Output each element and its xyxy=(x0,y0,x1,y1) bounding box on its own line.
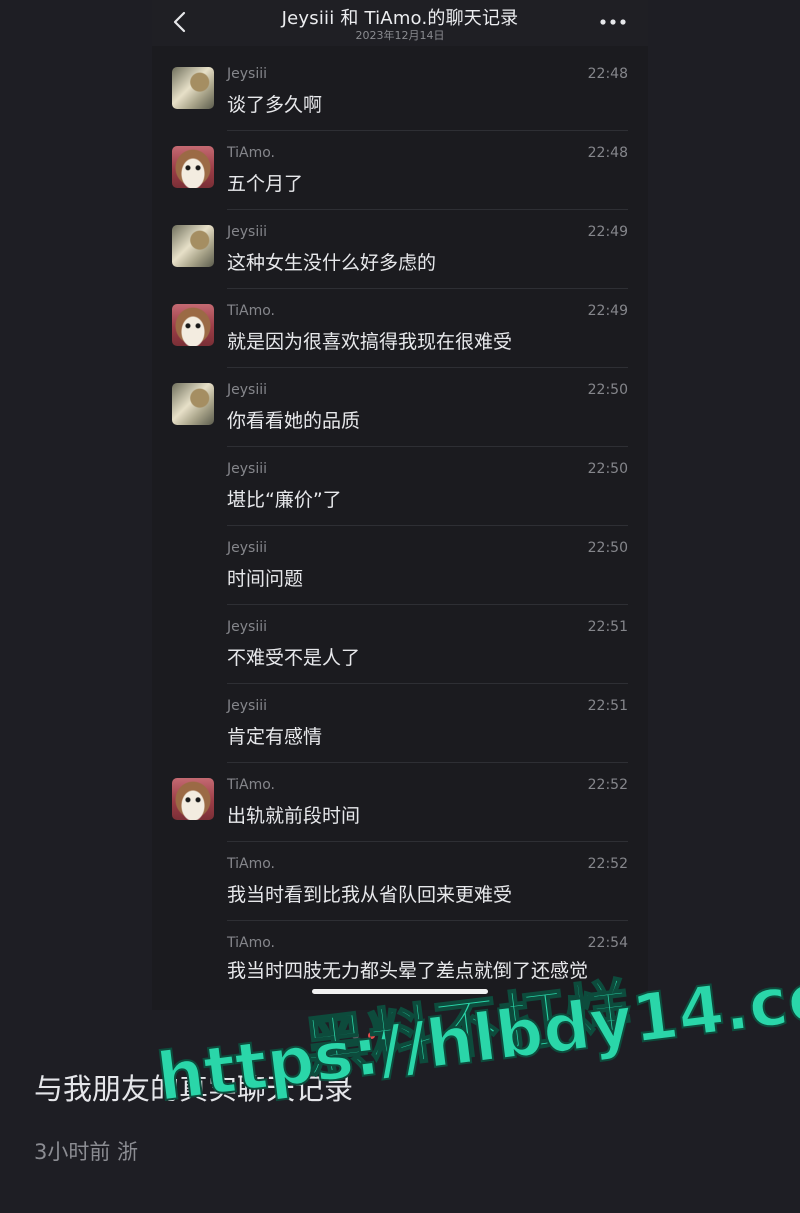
message-item[interactable]: Jeysiii 22:50 你看看她的品质 xyxy=(152,368,648,447)
message-item[interactable]: Jeysiii 22:51 不难受不是人了 xyxy=(152,605,648,684)
message-text: 出轨就前段时间 xyxy=(227,805,361,827)
message-item[interactable]: TiAmo. 22:48 五个月了 xyxy=(152,131,648,210)
message-item[interactable]: TiAmo. 22:49 就是因为很喜欢搞得我现在很难受 xyxy=(152,289,648,368)
sender-name: TiAmo. xyxy=(227,935,275,951)
message-time: 22:48 xyxy=(587,145,628,161)
chat-date: 2023年12月14日 xyxy=(355,29,445,42)
message-item[interactable]: TiAmo. 22:52 我当时看到比我从省队回来更难受 xyxy=(152,842,648,921)
more-dots-icon[interactable] xyxy=(600,19,626,25)
message-text: 不难受不是人了 xyxy=(227,647,361,669)
message-item[interactable]: Jeysiii 22:50 堪比“廉价”了 xyxy=(152,447,648,526)
message-text: 这种女生没什么好多虑的 xyxy=(227,252,437,274)
sender-name: Jeysiii xyxy=(227,224,267,240)
message-text: 你看看她的品质 xyxy=(227,410,361,432)
message-list: Jeysiii 22:48 谈了多久啊 TiAmo. 22:48 五个月了 Jeysiii 2… xyxy=(152,52,648,1000)
message-time: 22:50 xyxy=(587,461,628,477)
message-text: 肯定有感情 xyxy=(227,726,323,748)
message-item[interactable]: Jeysiii 22:48 谈了多久啊 xyxy=(152,52,648,131)
sender-name: Jeysiii xyxy=(227,698,267,714)
chat-header: Jeysiii 和 TiAmo.的聊天记录 2023年12月14日 xyxy=(152,0,648,46)
post-meta: 3小时前 浙 xyxy=(34,1140,139,1164)
sender-name: Jeysiii xyxy=(227,619,267,635)
sender-name: Jeysiii xyxy=(227,540,267,556)
avatar[interactable] xyxy=(172,383,214,425)
message-text: 谈了多久啊 xyxy=(227,94,323,116)
avatar[interactable] xyxy=(172,67,214,109)
message-time: 22:54 xyxy=(587,935,628,951)
message-item[interactable]: TiAmo. 22:52 出轨就前段时间 xyxy=(152,763,648,842)
avatar[interactable] xyxy=(172,778,214,820)
message-text: 我当时看到比我从省队回来更难受 xyxy=(227,884,513,906)
message-time: 22:51 xyxy=(587,698,628,714)
message-time: 22:52 xyxy=(587,777,628,793)
avatar[interactable] xyxy=(172,304,214,346)
sender-name: Jeysiii xyxy=(227,66,267,82)
message-text: 五个月了 xyxy=(227,173,304,195)
avatar[interactable] xyxy=(172,146,214,188)
message-time: 22:51 xyxy=(587,619,628,635)
message-time: 22:49 xyxy=(587,224,628,240)
sender-name: TiAmo. xyxy=(227,856,275,872)
message-text: 就是因为很喜欢搞得我现在很难受 xyxy=(227,331,513,353)
sender-name: TiAmo. xyxy=(227,777,275,793)
message-text: 时间问题 xyxy=(227,568,304,590)
avatar[interactable] xyxy=(172,225,214,267)
message-item[interactable]: Jeysiii 22:50 时间问题 xyxy=(152,526,648,605)
message-item[interactable]: Jeysiii 22:49 这种女生没什么好多虑的 xyxy=(152,210,648,289)
message-time: 22:49 xyxy=(587,303,628,319)
message-time: 22:50 xyxy=(587,382,628,398)
message-item[interactable]: Jeysiii 22:51 肯定有感情 xyxy=(152,684,648,763)
sender-name: Jeysiii xyxy=(227,461,267,477)
sender-name: Jeysiii xyxy=(227,382,267,398)
message-time: 22:50 xyxy=(587,540,628,556)
message-time: 22:48 xyxy=(587,66,628,82)
message-text: 堪比“廉价”了 xyxy=(227,489,342,511)
chat-history-screen: Jeysiii 和 TiAmo.的聊天记录 2023年12月14日 Jeysii… xyxy=(152,0,648,1010)
sender-name: TiAmo. xyxy=(227,145,275,161)
sender-name: TiAmo. xyxy=(227,303,275,319)
message-time: 22:52 xyxy=(587,856,628,872)
